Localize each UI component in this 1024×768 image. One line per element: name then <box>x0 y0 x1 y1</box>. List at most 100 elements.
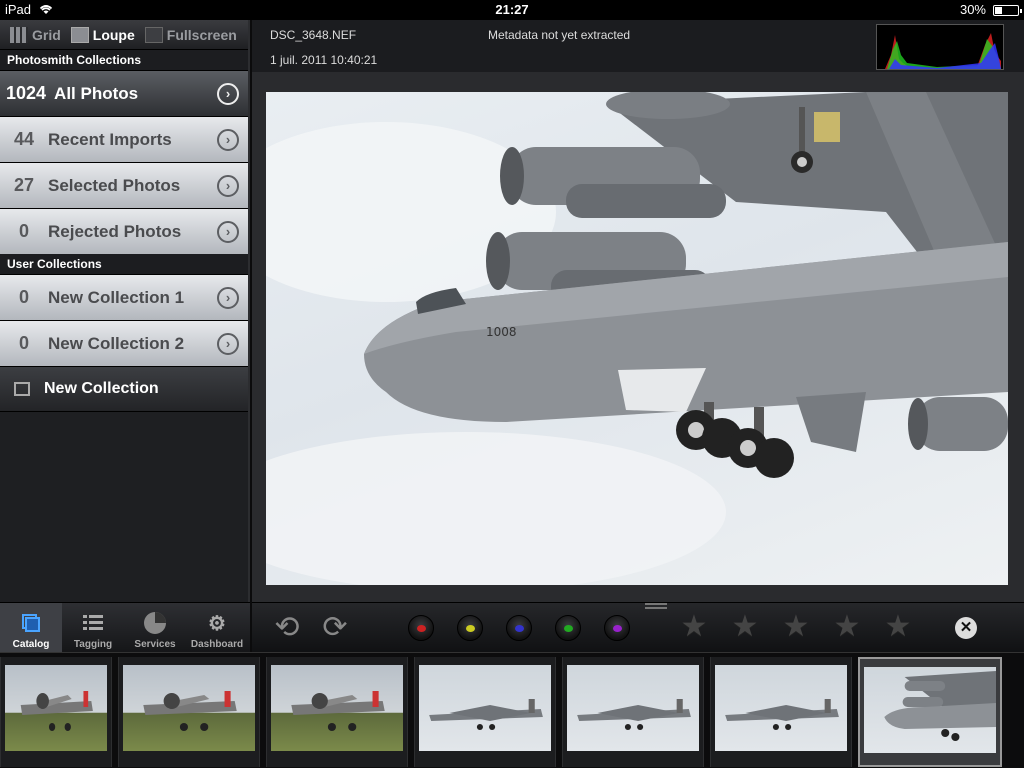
grid-view-button[interactable]: Grid <box>10 26 61 43</box>
collection-count: 27 <box>13 175 35 195</box>
collection-label: All Photos <box>54 83 139 103</box>
collection-label: Recent Imports <box>48 129 172 149</box>
collection-count: 0 <box>18 287 29 307</box>
color-dot-icon <box>613 625 622 632</box>
battery-percent: 30% <box>959 2 986 17</box>
thumbnail-image <box>864 667 996 753</box>
filmstrip <box>0 652 1024 768</box>
section-header-user: User Collections <box>0 254 248 274</box>
collection-list: 1024 All Photos › 44 Recent Imports › 27 Select… <box>0 70 248 254</box>
color-dot-icon <box>466 625 475 632</box>
star-icon[interactable]: ★ <box>729 609 761 645</box>
list-icon <box>81 611 105 635</box>
thumbnail-image <box>271 665 403 751</box>
color-dot-icon <box>417 625 426 632</box>
thumbnail-image <box>567 665 699 751</box>
collection-row[interactable]: 0 New Collection 1 › <box>0 274 248 320</box>
clock: 21:27 <box>495 2 529 17</box>
photo-datetime: 1 juil. 2011 10:40:21 <box>270 53 378 67</box>
collection-row[interactable]: 0 New Collection 2 › <box>0 320 248 366</box>
chevron-right-icon[interactable]: › <box>217 175 239 197</box>
collection-row[interactable]: 27 Selected Photos › <box>0 162 248 208</box>
user-collection-list: 0 New Collection 1 › 0 New Collection 2 › <box>0 274 248 366</box>
gear-icon: ⚙ <box>208 612 226 635</box>
star-icon[interactable]: ★ <box>831 609 863 645</box>
collection-row[interactable]: 44 Recent Imports › <box>0 116 248 162</box>
tab-dashboard[interactable]: ⚙ Dashboard <box>186 603 248 653</box>
collection-count: 1024 <box>6 83 47 103</box>
collection-row[interactable]: 0 Rejected Photos › <box>0 208 248 254</box>
chevron-right-icon[interactable]: › <box>217 129 239 151</box>
fullscreen-view-button[interactable]: Fullscreen <box>144 26 237 43</box>
section-header-photosmith: Photosmith Collections <box>0 50 248 70</box>
star-icon[interactable]: ★ <box>780 609 812 645</box>
rotate-right-button[interactable]: ⟳ <box>318 611 352 645</box>
color-label-button[interactable] <box>604 615 630 641</box>
collections-panel: Grid Loupe Fullscreen Photosmith Collect… <box>0 20 250 602</box>
loupe-icon <box>70 26 89 43</box>
filmstrip-thumbnail[interactable] <box>414 657 556 767</box>
filmstrip-thumbnail[interactable] <box>710 657 852 767</box>
svg-text:1008: 1008 <box>486 325 517 339</box>
tab-bar: Catalog Tagging Services ⚙ Dashboard <box>0 602 250 653</box>
grid-label: Grid <box>32 26 61 43</box>
histogram <box>876 24 1004 70</box>
color-dot-icon <box>515 625 524 632</box>
metadata-status: Metadata not yet extracted <box>488 28 631 42</box>
star-icon[interactable]: ★ <box>882 609 914 645</box>
filmstrip-thumbnail[interactable] <box>118 657 260 767</box>
thumbnail-image <box>715 665 847 751</box>
tab-tagging-label: Tagging <box>73 639 113 650</box>
rotate-left-icon: ⟲ <box>274 611 300 644</box>
star-icon[interactable]: ★ <box>678 609 710 645</box>
chevron-right-icon[interactable]: › <box>217 333 239 355</box>
tab-tagging[interactable]: Tagging <box>62 603 124 653</box>
rotate-left-button[interactable]: ⟲ <box>270 611 304 645</box>
grid-icon <box>10 26 28 43</box>
filmstrip-thumbnail[interactable] <box>562 657 704 767</box>
thumbnail-image <box>5 665 107 751</box>
collection-label: New Collection 2 <box>48 333 185 353</box>
tab-catalog-label: Catalog <box>12 639 50 650</box>
pie-icon <box>143 611 167 635</box>
tab-services[interactable]: Services <box>124 603 186 653</box>
collection-label: Selected Photos <box>48 175 181 195</box>
thumbnail-image <box>419 665 551 751</box>
loupe-label: Loupe <box>92 26 135 43</box>
collection-label: New Collection 1 <box>48 287 185 307</box>
loupe-view: 1008 <box>252 72 1024 602</box>
filmstrip-thumbnail[interactable] <box>858 657 1002 767</box>
new-collection-icon <box>14 382 30 396</box>
fullscreen-label: Fullscreen <box>166 26 237 43</box>
collection-row[interactable]: 1024 All Photos › <box>0 70 248 116</box>
tab-catalog[interactable]: Catalog <box>0 603 62 653</box>
chevron-right-icon[interactable]: › <box>217 221 239 243</box>
color-label-button[interactable] <box>555 615 581 641</box>
color-label-button[interactable] <box>506 615 532 641</box>
reject-button[interactable]: ✕ <box>955 617 977 639</box>
color-label-button[interactable] <box>408 615 434 641</box>
color-label-button[interactable] <box>457 615 483 641</box>
thumbnail-image <box>123 665 255 751</box>
collection-label: Rejected Photos <box>48 221 182 241</box>
battery-icon <box>993 5 1022 16</box>
main-photo[interactable]: 1008 <box>266 92 1008 585</box>
collection-count: 0 <box>18 221 29 241</box>
view-mode-bar: Grid Loupe Fullscreen <box>0 20 248 50</box>
tab-dashboard-label: Dashboard <box>190 639 244 650</box>
drag-handle[interactable] <box>645 603 667 609</box>
new-collection-button[interactable]: New Collection <box>0 366 248 412</box>
close-icon: ✕ <box>959 619 973 636</box>
new-collection-label: New Collection <box>44 380 159 397</box>
collection-count: 0 <box>18 333 29 353</box>
filmstrip-thumbnail[interactable] <box>0 657 112 767</box>
rotate-right-icon: ⟳ <box>322 611 348 644</box>
chevron-right-icon[interactable]: › <box>217 287 239 309</box>
loupe-view-button[interactable]: Loupe <box>70 26 135 43</box>
color-dot-icon <box>564 625 573 632</box>
chevron-right-icon[interactable]: › <box>217 83 239 105</box>
tab-services-label: Services <box>134 639 176 650</box>
catalog-icon <box>19 611 43 635</box>
collection-count: 44 <box>13 129 35 149</box>
filmstrip-thumbnail[interactable] <box>266 657 408 767</box>
